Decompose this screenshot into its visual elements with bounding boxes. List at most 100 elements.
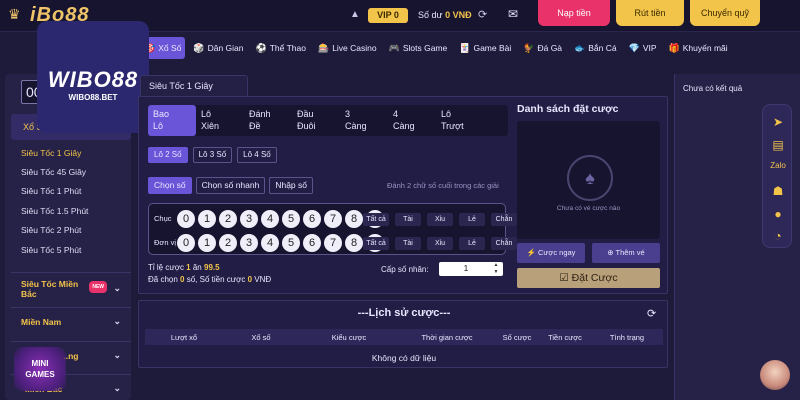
support-avatar[interactable] [760,360,790,390]
odds-a: 1 [186,263,191,272]
digit-button[interactable]: 5 [282,234,300,252]
history-empty-text: Không có dữ liệu [371,353,437,363]
quick-chan-button[interactable]: Chẵn [491,213,517,226]
quick-tai-button[interactable]: Tài [395,213,421,226]
chevron-up-icon[interactable]: ▲ [350,9,360,20]
quick-xiu-button[interactable]: Xỉu [427,213,453,226]
nav-item-vip[interactable]: 💎 VIP [625,37,661,59]
digit-button[interactable]: 0 [177,234,195,252]
sidebar-group-mien-nam[interactable]: Miền Nam ⌄ [11,307,131,335]
vip-badge[interactable]: VIP 0 [368,8,408,23]
digit-button[interactable]: 4 [261,210,279,228]
digit-button[interactable]: 6 [303,210,321,228]
nav-item-ban-ca[interactable]: 🐟 Bắn Cá [570,37,621,59]
sidebar-item-sieu-toc-2-phut[interactable]: Siêu Tốc 2 Phút [21,225,81,235]
lo-subtabs: Lô 2 Số Lô 3 Số Lô 4 Số [148,147,277,163]
nav-label: Xổ Số [158,43,182,53]
digit-button[interactable]: 5 [282,210,300,228]
digits-row-chuc: 0 1 2 3 4 5 6 7 8 9 [177,210,384,228]
nav-item-khuyen-mai[interactable]: 🎁 Khuyến mãi [665,37,732,59]
android-icon[interactable]: ☗ [770,184,786,198]
tab-dau-duoi[interactable]: Đầu Đuôi [292,105,340,136]
quick-tai-button[interactable]: Tài [395,237,421,250]
balance-label: Số dư [418,10,443,20]
odds-mid: ăn [192,263,202,272]
mail-icon[interactable]: ✉ [508,7,518,21]
nav-item-live-casino[interactable]: 🎰 Live Casino [314,37,381,59]
withdraw-button[interactable]: Rút tiền [616,0,684,26]
digit-button[interactable]: 7 [324,210,342,228]
sidebar-item-sieu-toc-1-phut[interactable]: Siêu Tốc 1 Phút [21,186,81,196]
digit-button[interactable]: 3 [240,210,258,228]
apple-icon[interactable]: ● [770,207,786,221]
tab-3-cang[interactable]: 3 Càng [340,105,388,136]
digit-button[interactable]: 8 [345,234,363,252]
nav-label: Đá Gà [537,43,563,53]
chosen-prefix: Đã chọn [148,275,178,284]
digit-button[interactable]: 3 [240,234,258,252]
logo-subtext: WIBO88.BET [68,93,118,102]
game-tab[interactable]: Siêu Tốc 1 Giây [140,75,248,97]
speed-icon[interactable]: ◔ [770,229,786,243]
sidebar-item-sieu-toc-1-giay[interactable]: Siêu Tốc 1 Giây [21,148,81,158]
digit-button[interactable]: 2 [219,210,237,228]
sidebar-group-sieu-toc-mien-bac[interactable]: Siêu Tốc Miền Bắc NEW ⌄ [11,272,131,302]
nav-item-the-thao[interactable]: ⚽ Thể Thao [252,37,310,59]
quick-all-button[interactable]: Tất cả [363,237,389,250]
nav-item-da-ga[interactable]: 🐓 Đá Gà [519,37,566,59]
tab-4-cang[interactable]: 4 Càng [388,105,436,136]
tab-lo-xien[interactable]: Lô Xiên [196,105,244,136]
zalo-icon[interactable]: Zalo [770,161,786,170]
subtab-lo-3-so[interactable]: Lô 3 Số [192,147,233,163]
digit-button[interactable]: 4 [261,234,279,252]
digit-button[interactable]: 7 [324,234,342,252]
row-label-don-vi: Đơn vị [154,238,177,247]
bet-now-button[interactable]: ⚡ Cược ngay [517,243,585,263]
add-ticket-button[interactable]: ⊕ Thêm vé [592,243,660,263]
quick-le-button[interactable]: Lẻ [459,237,485,250]
nav-item-slots-game[interactable]: 🎮 Slots Game [385,37,452,59]
sidebar-item-sieu-toc-5-phut[interactable]: Siêu Tốc 5 Phút [21,245,81,255]
tab-danh-de[interactable]: Đánh Đề [244,105,292,136]
mode-nhap-so[interactable]: Nhập số [269,177,314,194]
mode-chon-so[interactable]: Chọn số [148,177,192,194]
rooster-icon: 🐓 [523,42,535,53]
sidebar-item-sieu-toc-45-giay[interactable]: Siêu Tốc 45 Giây [21,167,86,177]
digit-button[interactable]: 1 [198,234,216,252]
digit-button[interactable]: 8 [345,210,363,228]
refresh-icon[interactable]: ⟳ [647,307,656,320]
tab-line2: Càng [345,121,367,131]
chat-icon[interactable]: ▤ [770,138,786,152]
digit-button[interactable]: 2 [219,234,237,252]
quick-all-button[interactable]: Tất cả [363,213,389,226]
subtab-lo-2-so[interactable]: Lô 2 Số [148,147,188,163]
nav-item-game-bai[interactable]: 🃏 Game Bài [455,37,515,59]
deposit-button[interactable]: Nạp tiền [538,0,610,26]
group-label: Miền Nam [21,316,62,327]
mini-games-button[interactable]: MINI GAMES [14,347,66,391]
quick-le-button[interactable]: Lẻ [459,213,485,226]
quick-chan-button[interactable]: Chẵn [491,237,517,250]
bet-kind-tabs: Bao Lô Lô Xiên Đánh Đề Đầu Đuôi 3 Càng 4 Càng … [148,105,508,136]
bet-hint: Đánh 2 chữ số cuối trong các giải [387,181,499,190]
mode-chon-so-nhanh[interactable]: Chọn số nhanh [195,177,266,194]
tab-line1: 3 [345,109,351,119]
place-bet-button[interactable]: ☑ Đặt Cược [517,268,660,288]
refresh-icon[interactable]: ⟳ [478,8,487,21]
digit-button[interactable]: 1 [198,210,216,228]
sidebar-item-sieu-toc-1-5-phut[interactable]: Siêu Tốc 1.5 Phút [21,206,88,216]
stepper-arrows-icon[interactable]: ▲ ▼ [491,262,501,276]
chosen-amount: 0 [247,275,253,284]
digit-button[interactable]: 6 [303,234,321,252]
subtab-lo-4-so[interactable]: Lô 4 Số [237,147,277,163]
transfer-button[interactable]: Chuyển quỹ [690,0,760,26]
tab-bao-lo[interactable]: Bao Lô [148,105,196,136]
nav-label: Thể Thao [269,43,306,53]
tab-line2: Đuôi [297,121,316,131]
quick-xiu-button[interactable]: Xỉu [427,237,453,250]
tab-lo-truot[interactable]: Lô Trượt [436,105,484,136]
nav-item-dan-gian[interactable]: 🎲 Dân Gian [189,37,247,59]
digit-button[interactable]: 0 [177,210,195,228]
new-badge: NEW [89,281,107,293]
telegram-icon[interactable]: ➤ [770,115,786,129]
